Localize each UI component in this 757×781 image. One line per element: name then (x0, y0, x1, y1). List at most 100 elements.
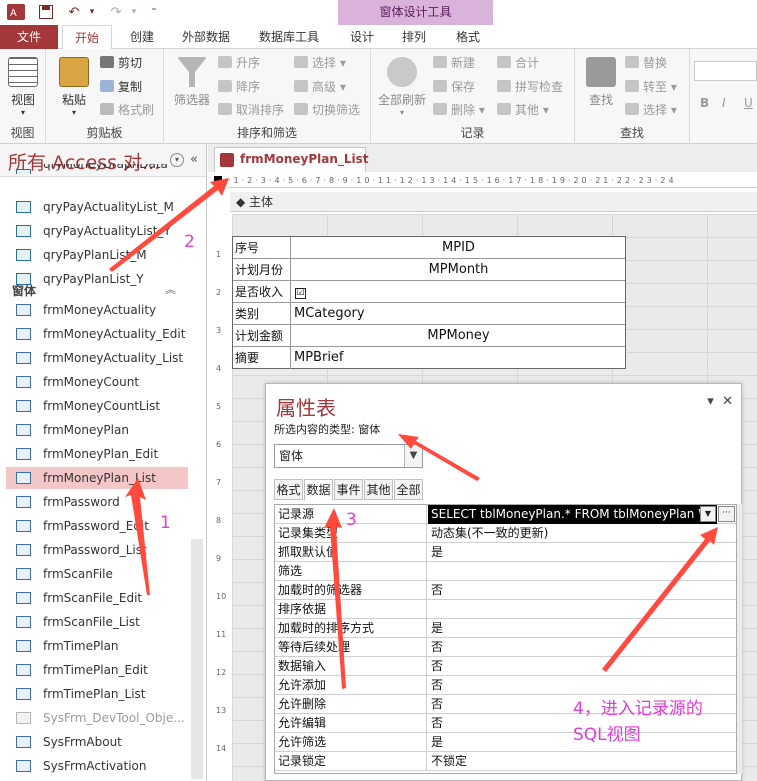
nav-form-item[interactable]: frmMoneyCountList (6, 395, 188, 417)
spelling-button[interactable]: 拼写检查 (497, 77, 563, 97)
goto-button[interactable]: 转至 ▾ (625, 77, 677, 97)
tab-database-tools[interactable]: 数据库工具 (250, 25, 328, 49)
property-value[interactable]: 动态集(不一致的更新) (428, 524, 718, 543)
refresh-all-button[interactable]: 全部刷新 ▾ (377, 57, 427, 117)
close-icon[interactable]: ✕ (722, 394, 733, 409)
textbox-control[interactable]: MPBrief (292, 347, 625, 369)
section-collapse-icon[interactable]: ︽ (165, 281, 176, 297)
view-button[interactable]: 视图 ▾ (6, 57, 40, 117)
document-tab[interactable]: frmMoneyPlan_List (214, 147, 369, 172)
property-tab[interactable]: 格式 (274, 479, 303, 500)
property-row[interactable]: 抓取默认值是 (275, 543, 736, 562)
checkbox-control[interactable]: ☑ (292, 281, 625, 303)
nav-collapse-icon[interactable]: « (190, 152, 198, 167)
nav-form-item[interactable]: frmPassword_List (6, 539, 188, 561)
property-value[interactable]: 是 (428, 619, 718, 638)
property-value[interactable]: 否 (428, 714, 718, 733)
tab-design[interactable]: 设计 (342, 25, 382, 49)
property-row[interactable]: 加载时的排序方式是 (275, 619, 736, 638)
nav-form-item[interactable]: frmScanFile_Edit (6, 587, 188, 609)
copy-button[interactable]: 复制 (100, 77, 142, 97)
nav-form-item[interactable]: SysFrm_DevTool_Obje... (6, 707, 188, 729)
label-control[interactable]: 计划月份 (233, 259, 291, 281)
property-tab[interactable]: 数据 (304, 479, 333, 501)
property-value[interactable]: 否 (428, 676, 718, 695)
property-value[interactable]: 否 (428, 638, 718, 657)
sort-asc-button[interactable]: 升序 (218, 53, 260, 73)
nav-form-item[interactable]: frmPassword (6, 491, 188, 513)
replace-button[interactable]: 替换 (625, 53, 667, 73)
property-row[interactable]: 允许筛选是 (275, 733, 736, 752)
find-button[interactable]: 查找 (581, 57, 621, 108)
nav-query-item[interactable]: qryPayPlanList_M (6, 244, 188, 266)
sort-desc-button[interactable]: 降序 (218, 77, 260, 97)
property-value[interactable]: 否 (428, 695, 718, 714)
nav-form-item[interactable]: frmMoneyPlan (6, 419, 188, 441)
nav-form-item[interactable]: frmTimePlan (6, 635, 188, 657)
property-value[interactable]: 不锁定 (428, 752, 718, 771)
property-row[interactable]: 排序依据 (275, 600, 736, 619)
nav-form-item[interactable]: frmMoneyCount (6, 371, 188, 393)
remove-sort-button[interactable]: 取消排序 (218, 100, 284, 120)
nav-form-item[interactable]: frmMoneyActuality_List (6, 347, 188, 369)
nav-form-item[interactable]: frmMoneyPlan_Edit (6, 443, 188, 465)
totals-button[interactable]: 合计 (497, 53, 539, 73)
selection-filter-button[interactable]: 选择 ▾ (294, 53, 346, 73)
property-scrollbar[interactable] (737, 504, 742, 774)
nav-form-item[interactable]: frmMoneyActuality (6, 299, 188, 321)
filter-button[interactable]: 筛选器 (170, 57, 214, 108)
label-control[interactable]: 类别 (233, 303, 291, 325)
new-record-button[interactable]: 新建 (433, 53, 475, 73)
build-ellipsis-button[interactable]: ··· (718, 506, 735, 522)
more-button[interactable]: 其他 ▾ (497, 100, 549, 120)
object-combo[interactable]: 窗体 ▼ (274, 444, 423, 468)
label-control[interactable]: 是否收入 (233, 281, 291, 303)
property-value[interactable]: SELECT tblMoneyPlan.* FROM tblMoneyPlan … (428, 505, 717, 524)
customize-qat-icon[interactable]: ⁼ (144, 3, 164, 21)
chevron-down-icon[interactable]: ▼ (700, 506, 716, 522)
nav-form-item[interactable]: frmTimePlan_Edit (6, 659, 188, 681)
property-value[interactable]: 否 (428, 657, 718, 676)
redo-dropdown-icon[interactable]: ▾ (124, 3, 144, 21)
property-value[interactable]: 是 (428, 733, 718, 752)
italic-button[interactable]: I (722, 93, 726, 113)
paste-button[interactable]: 粘贴 ▾ (56, 57, 92, 117)
save-icon[interactable] (36, 3, 56, 21)
property-row[interactable]: 允许添加否 (275, 676, 736, 695)
detail-section-bar[interactable]: ◆ 主体 (230, 192, 757, 212)
nav-form-item[interactable]: frmScanFile_List (6, 611, 188, 633)
property-row[interactable]: 等待后续处理否 (275, 638, 736, 657)
property-value[interactable]: 是 (428, 543, 718, 562)
select-button[interactable]: 选择 ▾ (625, 100, 677, 120)
property-value[interactable] (428, 600, 718, 619)
undo-dropdown-icon[interactable]: ▾ (82, 3, 102, 21)
undo-icon[interactable]: ↶ (64, 3, 84, 21)
nav-form-item[interactable]: frmMoneyPlan_List (6, 467, 188, 489)
bold-button[interactable]: B (700, 93, 709, 113)
textbox-control[interactable]: MCategory (292, 303, 625, 325)
format-painter-button[interactable]: 格式刷 (100, 100, 154, 120)
nav-form-item[interactable]: SysFrmActivation (6, 755, 188, 777)
property-row[interactable]: 记录锁定 不锁定 (275, 752, 736, 771)
advanced-filter-button[interactable]: 高级 ▾ (294, 77, 346, 97)
nav-form-item[interactable]: frmScanFile (6, 563, 188, 585)
tab-create[interactable]: 创建 (120, 25, 164, 49)
nav-section-forms[interactable]: 窗体 (12, 282, 36, 299)
tab-external-data[interactable]: 外部数据 (172, 25, 240, 49)
textbox-control[interactable]: MPMonth (292, 259, 625, 281)
tab-file[interactable]: 文件 (0, 25, 58, 49)
nav-form-item[interactable]: frmMoneyActuality_Edit (6, 323, 188, 345)
nav-query-item[interactable]: qryPayActualityList_M (6, 196, 188, 218)
nav-form-item[interactable]: SysFrmAbout (6, 731, 188, 753)
delete-record-button[interactable]: 删除 ▾ (433, 100, 485, 120)
property-tab[interactable]: 全部 (394, 479, 423, 500)
nav-form-item[interactable]: frmTimePlan_List (6, 683, 188, 705)
nav-form-item[interactable]: frmPassword_Edit (6, 515, 188, 537)
nav-query-item[interactable]: qryPayActualityList_Y (6, 220, 188, 242)
label-control[interactable]: 计划金额 (233, 325, 291, 347)
font-name-box[interactable] (694, 61, 757, 81)
property-row[interactable]: 允许删除否 (275, 695, 736, 714)
label-control[interactable]: 序号 (233, 237, 291, 259)
property-tab[interactable]: 其他 (364, 479, 393, 500)
property-row[interactable]: 允许编辑否 (275, 714, 736, 733)
